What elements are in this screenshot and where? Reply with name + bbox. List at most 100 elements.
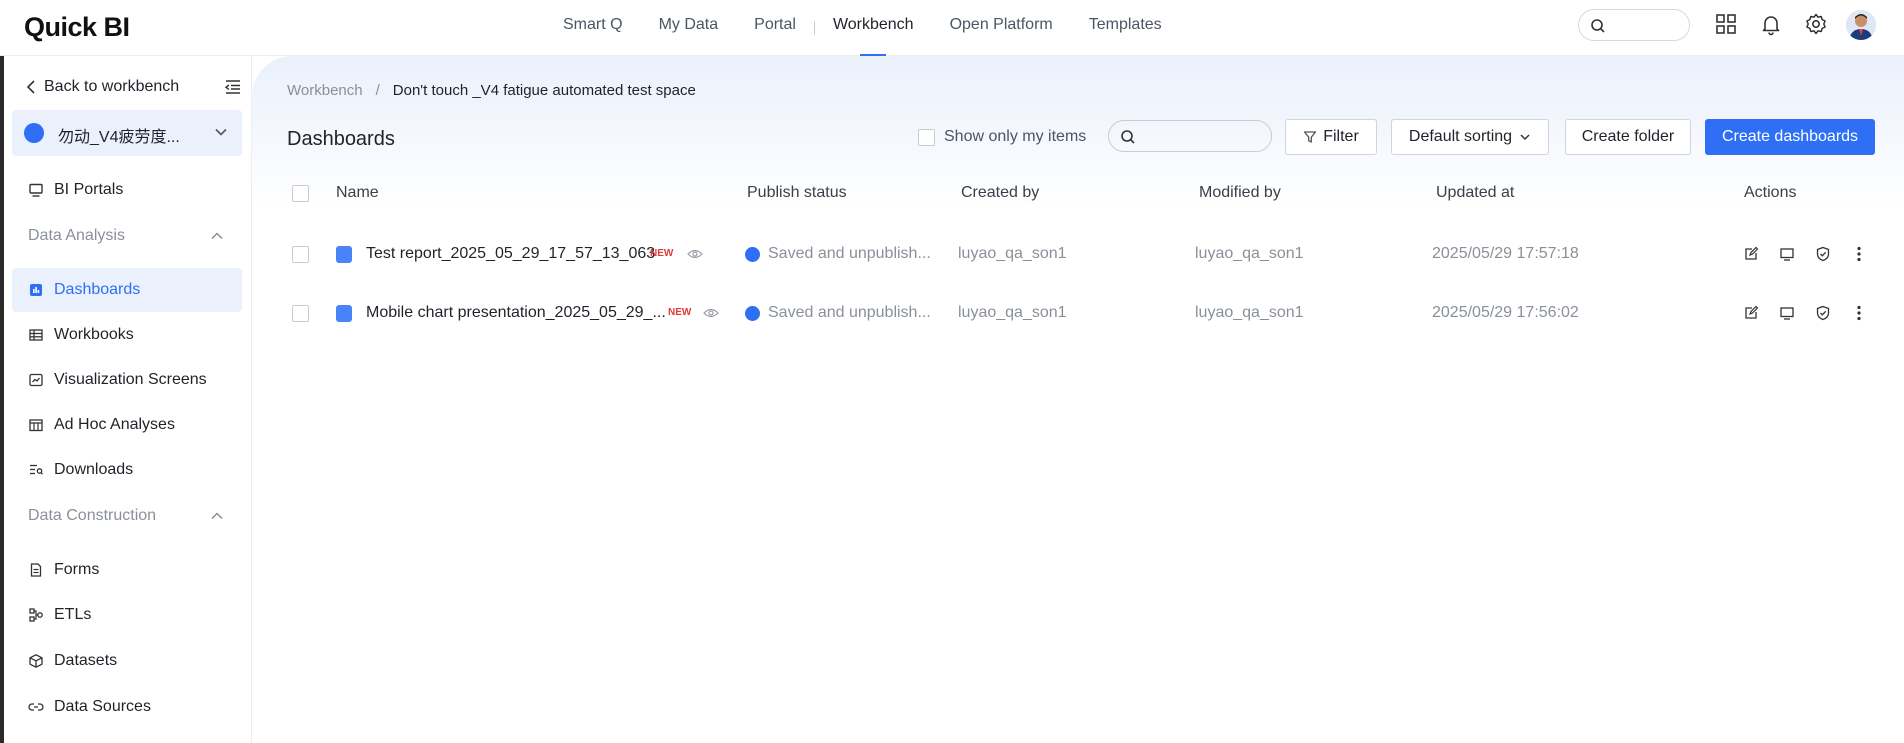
more-vertical-icon[interactable] <box>1851 246 1867 262</box>
select-all-checkbox[interactable] <box>292 185 309 202</box>
more-vertical-icon[interactable] <box>1851 305 1867 321</box>
monitor-icon <box>28 182 44 198</box>
checkbox[interactable] <box>918 128 935 146</box>
row-name[interactable]: Test report_2025_05_29_17_57_13_063 <box>366 245 655 263</box>
nav-open-platform[interactable]: Open Platform <box>932 0 1071 56</box>
sidebar-item-ad-hoc-analyses[interactable]: Ad Hoc Analyses <box>12 403 242 447</box>
shield-check-icon[interactable] <box>1815 246 1831 262</box>
link-icon <box>28 699 44 715</box>
table-header: Name Publish status Created by Modified … <box>252 174 1904 214</box>
dashboard-icon <box>28 282 44 298</box>
row-checkbox[interactable] <box>292 246 309 263</box>
search-icon <box>1591 19 1605 33</box>
sort-dropdown[interactable]: Default sorting <box>1391 119 1549 155</box>
filter-button[interactable]: Filter <box>1285 119 1377 155</box>
column-header-modified-by[interactable]: Modified by <box>1199 184 1281 202</box>
sidebar: Back to workbench 勿动_V4疲劳度... BI Portals… <box>0 56 252 743</box>
chevron-left-icon <box>26 80 35 94</box>
bell-icon[interactable] <box>1759 12 1783 36</box>
row-publish-status: Saved and unpublish... <box>768 304 931 321</box>
dashboard-file-icon <box>336 305 352 322</box>
row-name[interactable]: Mobile chart presentation_2025_05_29_... <box>366 304 666 322</box>
filter-icon <box>1304 131 1317 143</box>
app-grid-icon[interactable] <box>1714 12 1738 36</box>
chevron-up-icon <box>211 512 223 520</box>
screen-chart-icon <box>28 372 44 388</box>
create-dashboards-button[interactable]: Create dashboards <box>1705 119 1875 155</box>
breadcrumb-separator: / <box>375 82 380 99</box>
back-to-workbench-link[interactable]: Back to workbench <box>26 72 248 102</box>
row-publish-status: Saved and unpublish... <box>768 245 931 262</box>
spreadsheet-icon <box>28 417 44 433</box>
global-search-input[interactable] <box>1578 9 1690 41</box>
sidebar-item-data-sources[interactable]: Data Sources <box>12 685 242 729</box>
gear-icon[interactable] <box>1804 12 1828 36</box>
nav-templates[interactable]: Templates <box>1071 0 1180 56</box>
sidebar-item-label: Data Sources <box>54 698 151 715</box>
table-icon <box>28 327 44 343</box>
sort-label: Default sorting <box>1408 128 1513 145</box>
eye-icon[interactable] <box>687 248 703 260</box>
unpublished-status-icon <box>745 247 760 262</box>
present-icon[interactable] <box>1779 246 1795 262</box>
workspace-name: 勿动_V4疲劳度... <box>58 129 180 146</box>
top-bar: Quick BI Smart Q My Data Portal Workbenc… <box>0 0 1904 56</box>
sidebar-item-bi-portals[interactable]: BI Portals <box>12 168 242 212</box>
nav-smart-q[interactable]: Smart Q <box>545 0 641 56</box>
filter-label: Filter <box>1323 128 1359 145</box>
sidebar-item-forms[interactable]: Forms <box>12 548 242 592</box>
table-row[interactable]: Test report_2025_05_29_17_57_13_063 NEW … <box>252 226 1904 284</box>
breadcrumb-workbench[interactable]: Workbench <box>287 82 363 99</box>
row-checkbox[interactable] <box>292 305 309 322</box>
sidebar-item-dashboards[interactable]: Dashboards <box>12 268 242 312</box>
edit-icon[interactable] <box>1743 305 1759 321</box>
sidebar-item-label: Forms <box>54 561 100 578</box>
nav-workbench[interactable]: Workbench <box>815 0 932 56</box>
create-folder-button[interactable]: Create folder <box>1565 119 1691 155</box>
sidebar-item-workbooks[interactable]: Workbooks <box>12 313 242 357</box>
nav-my-data[interactable]: My Data <box>641 0 737 56</box>
chevron-down-icon <box>215 128 227 136</box>
eye-icon[interactable] <box>703 307 719 319</box>
breadcrumb: Workbench / Don't touch _V4 fatigue auto… <box>287 82 696 99</box>
column-header-created-by[interactable]: Created by <box>961 184 1039 202</box>
shield-check-icon[interactable] <box>1815 305 1831 321</box>
sidebar-item-label: Downloads <box>54 461 134 478</box>
create-dashboards-label: Create dashboards <box>1721 128 1859 145</box>
edit-icon[interactable] <box>1743 246 1759 262</box>
sidebar-item-visualization-screens[interactable]: Visualization Screens <box>12 358 242 402</box>
sidebar-item-datasets[interactable]: Datasets <box>12 639 242 683</box>
present-icon[interactable] <box>1779 305 1795 321</box>
column-header-actions: Actions <box>1744 184 1797 201</box>
dashboard-search-input[interactable] <box>1108 120 1272 152</box>
new-badge: NEW <box>650 248 674 259</box>
nav-portal[interactable]: Portal <box>736 0 814 56</box>
checkbox-label: Show only my items <box>944 128 1087 145</box>
download-list-icon <box>28 462 44 478</box>
document-icon <box>28 562 44 578</box>
main-nav: Smart Q My Data Portal Workbench Open Pl… <box>545 0 1180 56</box>
sidebar-group-data-analysis[interactable]: Data Analysis <box>12 218 242 254</box>
group-label: Data Analysis <box>28 227 125 244</box>
sidebar-item-label: Visualization Screens <box>54 371 207 388</box>
unpublished-status-icon <box>745 306 760 321</box>
show-only-my-items-checkbox[interactable]: Show only my items <box>918 128 1086 146</box>
user-avatar[interactable] <box>1846 10 1876 40</box>
dashboard-file-icon <box>336 246 352 263</box>
page-title: Dashboards <box>287 128 395 150</box>
row-updated-at: 2025/05/29 17:57:18 <box>1432 245 1579 262</box>
collapse-menu-icon[interactable] <box>224 78 242 96</box>
table-row[interactable]: Mobile chart presentation_2025_05_29_...… <box>252 285 1904 343</box>
column-header-publish-status[interactable]: Publish status <box>747 184 847 202</box>
sidebar-item-label: ETLs <box>54 606 92 623</box>
column-header-name[interactable]: Name <box>336 184 379 202</box>
workspace-selector[interactable]: 勿动_V4疲劳度... <box>12 110 242 156</box>
sidebar-group-data-construction[interactable]: Data Construction <box>12 498 242 534</box>
chevron-down-icon <box>1520 134 1530 141</box>
sidebar-item-downloads[interactable]: Downloads <box>12 448 242 492</box>
row-updated-at: 2025/05/29 17:56:02 <box>1432 304 1579 321</box>
column-header-updated-at[interactable]: Updated at <box>1436 184 1514 202</box>
sidebar-item-etls[interactable]: ETLs <box>12 593 242 637</box>
app-logo[interactable]: Quick BI <box>24 12 130 43</box>
row-modified-by: luyao_qa_son1 <box>1195 304 1304 321</box>
